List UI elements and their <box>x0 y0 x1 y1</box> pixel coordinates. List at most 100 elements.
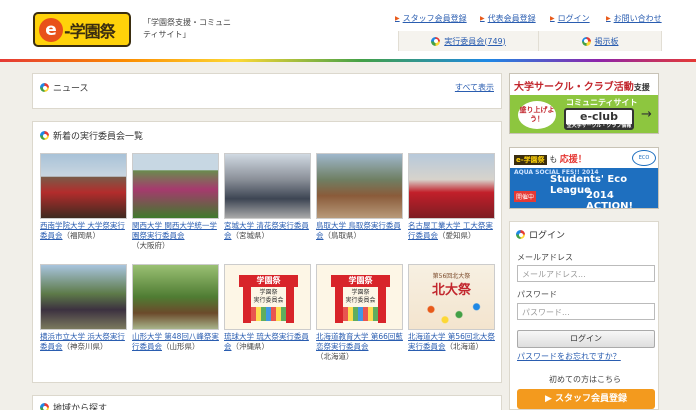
gate-sub: 学園祭 実行委員会 <box>345 289 376 304</box>
site-logo[interactable]: e -学園祭 <box>33 12 131 47</box>
committee-photo[interactable] <box>316 153 403 219</box>
eco-banner-cheer: 応援！ <box>559 155 587 165</box>
nav-label: お問い合わせ <box>613 14 662 23</box>
committee-photo[interactable] <box>132 153 219 219</box>
committee-area: （愛知県） <box>438 231 476 240</box>
eco-banner-line3: 2014 ACTION! <box>586 190 634 209</box>
gate-rainbow <box>251 307 286 321</box>
committee-caption: 琉球大学 琉大祭実行委員会（沖縄県） <box>224 332 312 352</box>
eclub-title-text: 大学サークル・クラブ活動 <box>514 82 634 93</box>
arrow-right-icon: → <box>641 107 652 122</box>
register-label: スタッフ会員登録 <box>555 394 628 404</box>
committee-caption: 鳥取大学 鳥取祭実行委員会（鳥取県） <box>316 221 404 241</box>
committee-card[interactable]: 鳥取大学 鳥取祭実行委員会（鳥取県） <box>316 153 404 241</box>
committee-caption: 北海道教育大学 第66回藍恋祭実行委員会（北海道） <box>316 332 404 362</box>
arrow-right-icon: ▶ <box>544 394 556 404</box>
committee-link[interactable]: 北海道教育大学 第66回藍恋祭実行委員会 <box>316 332 403 351</box>
ring-icon <box>431 36 441 46</box>
committee-caption: 宮城大学 清花祭実行委員会（宮城県） <box>224 221 312 241</box>
committee-area: （北海道） <box>445 342 484 351</box>
news-title-text: ニュース <box>53 84 89 94</box>
gate-pillar <box>286 285 294 323</box>
subnav-board[interactable]: 掲示板 <box>538 31 662 51</box>
committee-link[interactable]: 関西大学 関西大学統一学園祭実行委員会 <box>132 221 217 240</box>
committee-card[interactable]: 第56回北大祭 北大祭 北海道大学 第56回北大祭実行委員会（北海道） <box>408 264 496 352</box>
gate-pillar <box>378 285 386 323</box>
nav-login[interactable]: ▶ ログイン <box>550 13 590 24</box>
committee-area: （山形県） <box>162 342 200 351</box>
news-panel: ニュース すべて表示 <box>32 73 502 109</box>
password-label: パスワード <box>517 290 557 299</box>
committee-area: （神奈川県） <box>62 342 108 351</box>
eco-banner-mo: も <box>549 155 558 164</box>
festival-gate-illustration: 学園祭 学園祭 実行委員会 <box>331 275 390 323</box>
forgot-password-link[interactable]: パスワードをお忘れですか？ <box>517 351 621 362</box>
committee-photo[interactable] <box>224 153 311 219</box>
committee-caption: 名古屋工業大学 工大祭実行委員会（愛知県） <box>408 221 496 241</box>
committee-card[interactable]: 学園祭 学園祭 実行委員会 琉球大学 琉大祭実行委員会（沖縄県） <box>224 264 312 352</box>
nav-label: ログイン <box>557 14 590 23</box>
gate-pillar <box>335 285 343 323</box>
arrow-right-icon: ▶ <box>480 15 485 22</box>
eco-league-banner[interactable]: e-学園祭 も 応援！ ECO AQUA SOCIAL FES!! 2014 S… <box>509 147 659 209</box>
news-more-link[interactable]: すべて表示 <box>455 82 494 93</box>
eclub-logo: e-club 全大学サークル・クラブ情報 <box>564 108 634 130</box>
region-title: 地域から探す <box>40 401 107 410</box>
password-input[interactable]: パスワード... <box>517 303 655 320</box>
gate-pillar <box>243 285 251 323</box>
subnav-label: 実行委員会(749) <box>444 36 506 46</box>
festival-gate-illustration: 学園祭 学園祭 実行委員会 <box>239 275 298 323</box>
committee-area: （大阪府） <box>132 241 170 250</box>
committee-card[interactable]: 横浜市立大学 浜大祭実行委員会（神奈川県） <box>40 264 128 352</box>
eclub-subtitle: コミュニティサイト <box>566 98 638 107</box>
news-title: ニュース <box>40 81 89 94</box>
committee-card[interactable]: 西南学院大学 大学祭実行委員会（福岡県） <box>40 153 128 241</box>
committee-area: （鳥取県） <box>323 231 362 240</box>
region-title-text: 地域から探す <box>53 404 108 410</box>
eco-banner-status: 開催中 <box>514 191 537 202</box>
committee-card[interactable]: 宮城大学 清花祭実行委員会（宮城県） <box>224 153 312 241</box>
site-tagline: 「学園祭支援・コミュニティサイト」 <box>143 18 231 39</box>
eclub-badge: 盛り上げよう！ <box>518 101 556 129</box>
committee-card[interactable]: 学園祭 学園祭 実行委員会 北海道教育大学 第66回藍恋祭実行委員会（北海道） <box>316 264 404 362</box>
committee-caption: 山形大学 第48回八峰祭実行委員会（山形県） <box>132 332 220 352</box>
committee-card[interactable]: 山形大学 第48回八峰祭実行委員会（山形県） <box>132 264 220 352</box>
nav-staff-register[interactable]: ▶ スタッフ会員登録 <box>395 13 467 24</box>
committee-photo[interactable] <box>132 264 219 330</box>
poster-title: 北大祭 <box>431 283 471 298</box>
nav-contact[interactable]: ▶ お問い合わせ <box>606 13 662 24</box>
subnav-committees[interactable]: 実行委員会(749) <box>398 31 538 51</box>
logo-mark: e <box>39 17 63 42</box>
login-button[interactable]: ログイン <box>517 330 655 348</box>
committee-photo[interactable] <box>40 264 127 330</box>
eco-badge-icon: ECO <box>632 150 656 166</box>
committee-photo[interactable] <box>40 153 127 219</box>
committee-photo[interactable]: 学園祭 学園祭 実行委員会 <box>316 264 403 330</box>
ring-icon <box>40 83 49 92</box>
first-time-label: 初めての方はこちら <box>549 375 621 384</box>
committee-photo[interactable]: 第56回北大祭 北大祭 <box>408 264 495 330</box>
site-header: e -学園祭 「学園祭支援・コミュニティサイト」 ▶ スタッフ会員登録 ▶ 代表会員… <box>0 0 696 62</box>
ring-icon <box>581 36 591 46</box>
eclub-logo-text: e-club <box>579 110 619 123</box>
committee-area: （福岡県） <box>62 231 101 240</box>
committee-area: （宮城県） <box>231 231 270 240</box>
arrow-right-icon: ▶ <box>606 15 611 22</box>
gate-sub: 学園祭 実行委員会 <box>253 289 284 304</box>
committee-photo[interactable] <box>408 153 495 219</box>
eclub-banner-title: 大学サークル・クラブ活動支援 <box>510 74 658 95</box>
ring-icon <box>516 230 525 239</box>
email-input[interactable]: メールアドレス... <box>517 265 655 282</box>
arrow-right-icon: ▶ <box>395 15 400 22</box>
nav-rep-register[interactable]: ▶ 代表会員登録 <box>480 13 536 24</box>
committee-card[interactable]: 関西大学 関西大学統一学園祭実行委員会（大阪府） <box>132 153 220 251</box>
subnav-label: 掲示板 <box>594 36 619 46</box>
committee-area: （沖縄県） <box>231 342 270 351</box>
committee-card[interactable]: 名古屋工業大学 工大祭実行委員会（愛知県） <box>408 153 496 241</box>
region-panel: 地域から探す <box>32 395 502 410</box>
eclub-logo-sub: 全大学サークル・クラブ情報 <box>566 123 632 129</box>
staff-register-button[interactable]: ▶ スタッフ会員登録 <box>517 389 655 409</box>
eclub-banner[interactable]: 大学サークル・クラブ活動支援 コミュニティサイト 盛り上げよう！ e-club 全… <box>509 73 659 134</box>
committee-photo[interactable]: 学園祭 学園祭 実行委員会 <box>224 264 311 330</box>
committee-caption: 関西大学 関西大学統一学園祭実行委員会（大阪府） <box>132 221 220 251</box>
